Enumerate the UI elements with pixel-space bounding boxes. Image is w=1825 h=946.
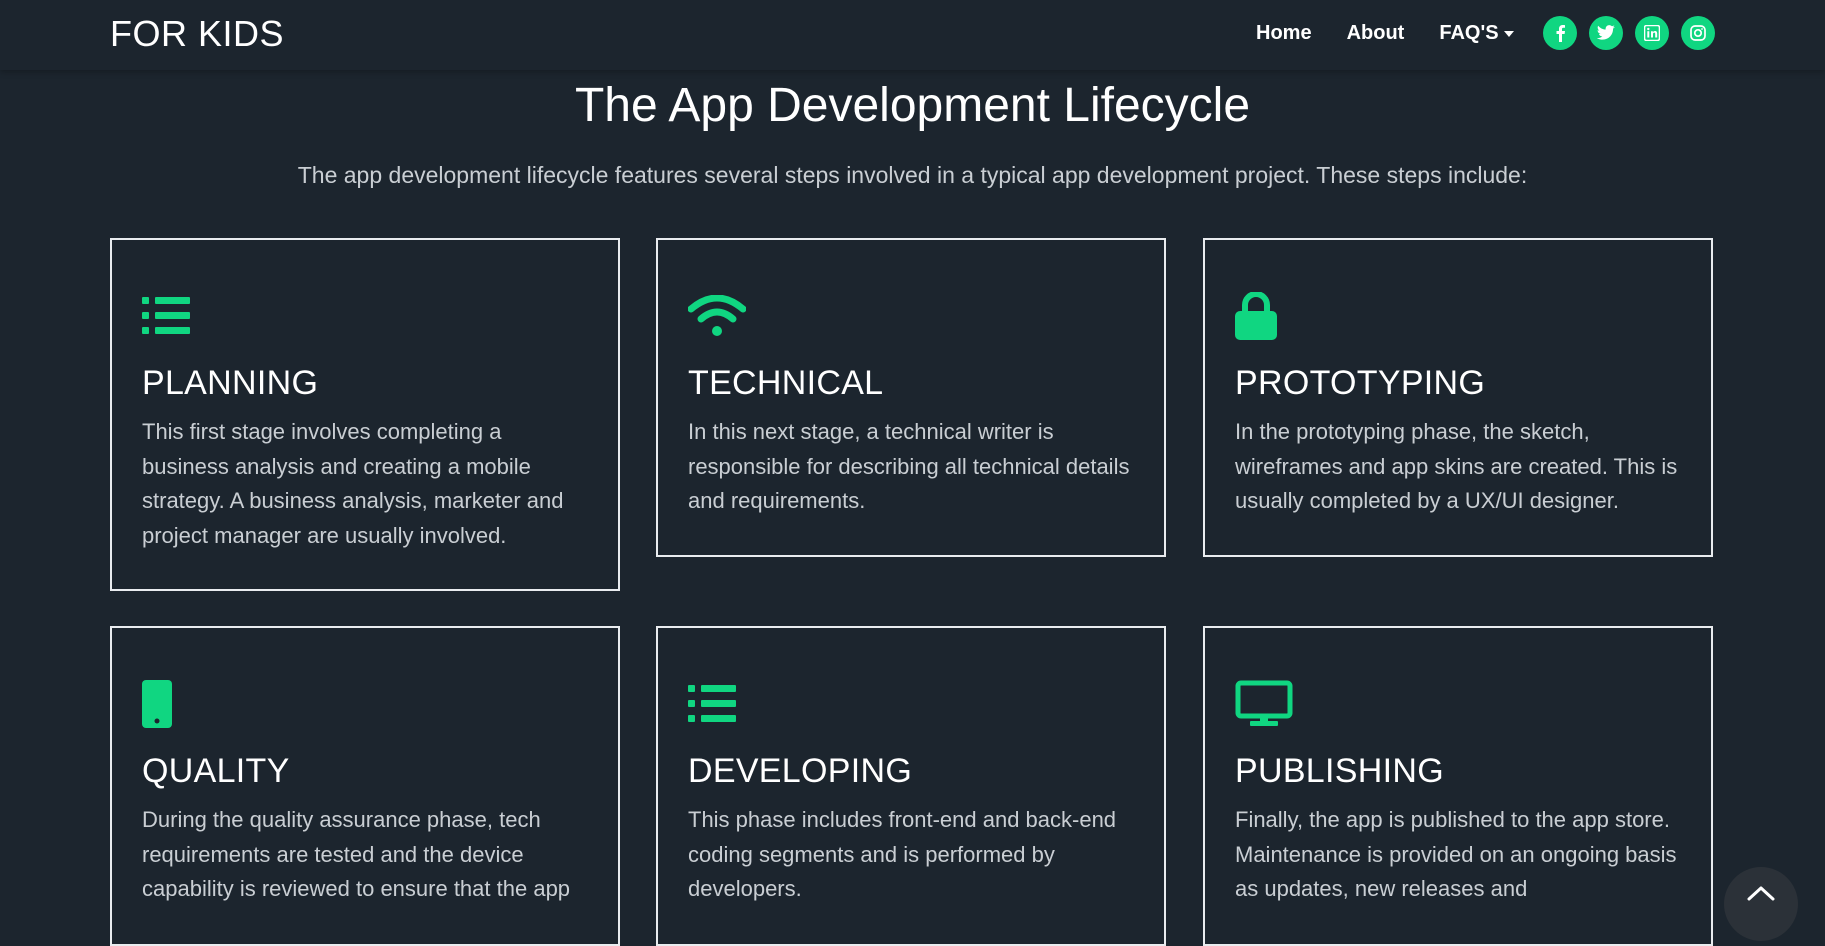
- card-quality: QUALITY During the quality assurance pha…: [110, 626, 620, 946]
- card-title: PLANNING: [142, 364, 319, 402]
- caret-down-icon: [1503, 30, 1514, 37]
- card-text: This phase includes front-end and back-e…: [688, 807, 1117, 901]
- linkedin-icon[interactable]: [1635, 16, 1669, 50]
- card-text: Finally, the app is published to the app…: [1235, 807, 1677, 901]
- card-title: TECHNICAL: [688, 364, 884, 402]
- page-title: The App Development Lifecycle: [574, 79, 1251, 132]
- twitter-icon-glyph: [1596, 25, 1615, 40]
- facebook-icon-glyph: [1556, 25, 1565, 42]
- navbar: FOR KIDS Home About FAQ'S: [0, 0, 1825, 70]
- desktop-icon: [1235, 680, 1681, 728]
- chevron-up-icon: [1747, 886, 1775, 901]
- card-technical: TECHNICAL In this next stage, a technica…: [656, 238, 1166, 557]
- wifi-icon: [688, 292, 1134, 340]
- list-icon: [142, 292, 588, 340]
- brand-logo[interactable]: FOR KIDS: [110, 13, 284, 55]
- card-text: This first stage involves completing a b…: [142, 419, 564, 548]
- list-icon: [688, 680, 1134, 728]
- card-planning: PLANNING This first stage involves compl…: [110, 238, 620, 591]
- card-text: In this next stage, a technical writer i…: [688, 419, 1130, 513]
- twitter-icon[interactable]: [1589, 16, 1623, 50]
- social-links: [1543, 16, 1727, 50]
- section-intro: The app development lifecycle features s…: [297, 162, 1528, 188]
- card-title: PROTOTYPING: [1235, 364, 1486, 402]
- instagram-icon[interactable]: [1681, 16, 1715, 50]
- card-text: During the quality assurance phase, tech…: [142, 807, 571, 901]
- card-developing: DEVELOPING This phase includes front-end…: [656, 626, 1166, 946]
- card-title: QUALITY: [142, 752, 290, 790]
- scroll-top-button[interactable]: [1724, 867, 1798, 941]
- nav-link-home[interactable]: Home: [1256, 22, 1312, 45]
- nav-dropdown-faqs[interactable]: FAQ'S: [1439, 22, 1514, 45]
- card-title: PUBLISHING: [1235, 752, 1444, 790]
- card-publishing: PUBLISHING Finally, the app is published…: [1203, 626, 1713, 946]
- lock-icon: [1235, 292, 1681, 340]
- nav-links: Home About FAQ'S: [1256, 22, 1514, 45]
- instagram-icon-glyph: [1690, 25, 1706, 41]
- card-title: DEVELOPING: [688, 752, 913, 790]
- facebook-icon[interactable]: [1543, 16, 1577, 50]
- card-prototyping: PROTOTYPING In the prototyping phase, th…: [1203, 238, 1713, 557]
- linkedin-icon-glyph: [1644, 25, 1660, 41]
- nav-link-about[interactable]: About: [1347, 22, 1405, 45]
- nav-dropdown-faqs-label: FAQ'S: [1439, 22, 1499, 44]
- card-text: In the prototyping phase, the sketch, wi…: [1235, 419, 1678, 513]
- mobile-icon: [142, 680, 588, 728]
